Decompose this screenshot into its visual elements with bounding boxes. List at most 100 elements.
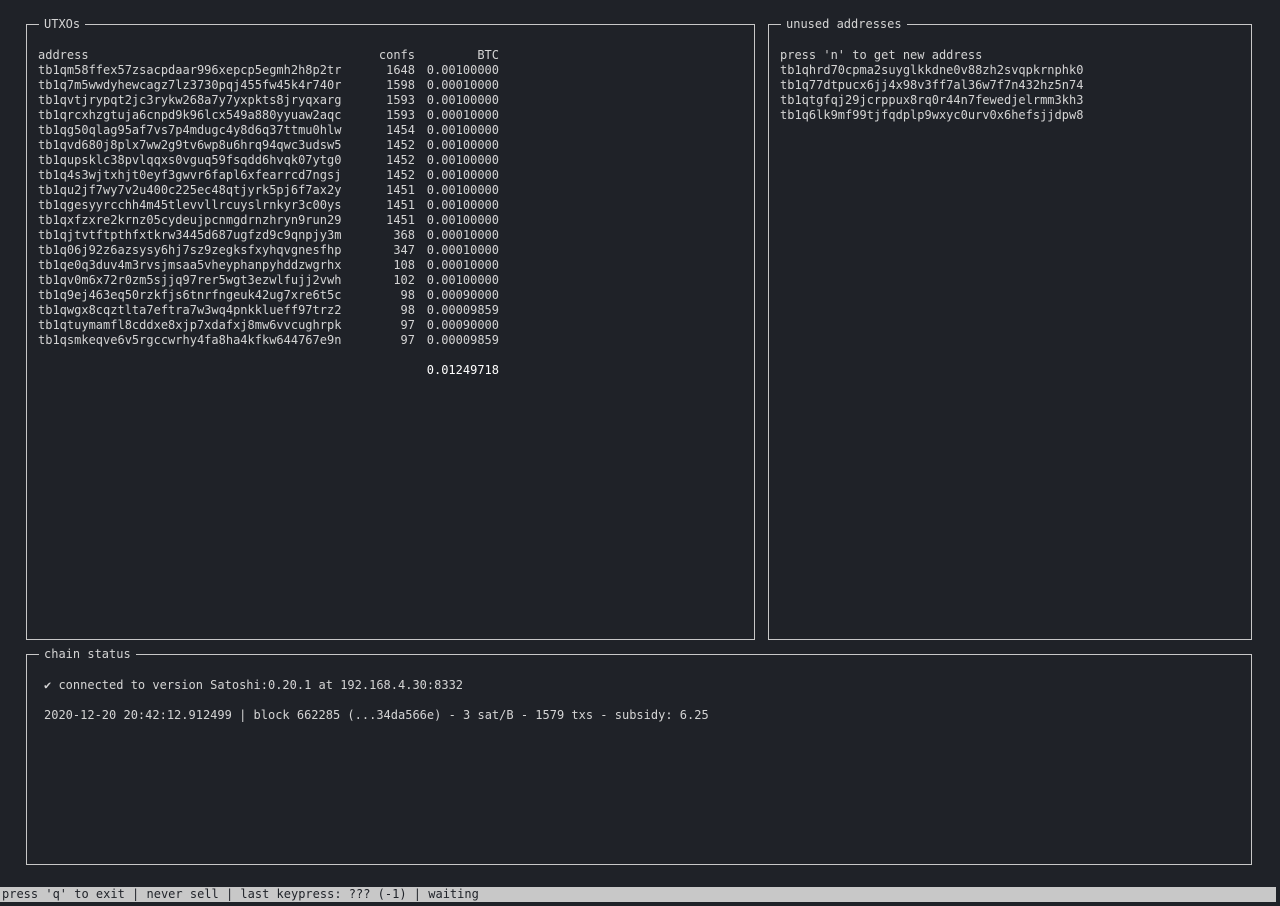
utxo-row: tb1qm58ffex57zsacpdaar996xepcp5egmh2h8p2… [38,63,499,78]
utxo-amount-btc: 0.00090000 [426,318,499,332]
utxo-address: tb1q7m5wwdyhewcagz7lz3730pqj455fw45k4r74… [38,78,342,92]
utxo-row: tb1qrcxhzgtuja6cnpd9k96lcx549a880yyuaw2a… [38,108,499,123]
unused-address-list: tb1qhrd70cpma2suyglkkdne0v88zh2svqpkrnph… [780,63,1083,123]
utxo-row: tb1qvtjrypqt2jc3rykw268a7y7yxpkts8jryqxa… [38,93,499,108]
utxo-amount-btc: 0.00100000 [426,63,499,77]
utxo-row: tb1qupsklc38pvlqqxs0vguq59fsqdd6hvqk07yt… [38,153,499,168]
new-address-hint: press 'n' to get new address [780,48,983,62]
utxo-address: tb1qvtjrypqt2jc3rykw268a7y7yxpkts8jryqxa… [38,93,342,107]
utxo-address: tb1qm58ffex57zsacpdaar996xepcp5egmh2h8p2… [38,63,342,77]
unused-addresses-block: press 'n' to get new address tb1qhrd70cp… [780,48,1083,123]
utxos-panel-title: UTXOs [39,16,86,32]
unused-addresses-panel-title: unused addresses [781,16,907,32]
unused-address-item: tb1q6lk9mf99tjfqdplp9wxyc0urv0x6hefsjjdp… [780,108,1084,122]
utxo-row: tb1qtuymamfl8cddxe8xjp7xdafxj8mw6vvcughr… [38,318,499,333]
utxo-address: tb1qjtvtftpthfxtkrw3445d687ugfzd9c9qnpjy… [38,228,342,242]
utxo-address: tb1qv0m6x72r0zm5sjjq97rer5wgt3ezwlfujj2v… [38,273,342,287]
utxo-table-header: address confs BTC [38,48,499,63]
utxo-address: tb1qg50qlag95af7vs7p4mdugc4y8d6q37ttmu0h… [38,123,342,137]
utxo-address: tb1qe0q3duv4m3rvsjmsaa5vheyphanpyhddzwgr… [38,258,342,272]
utxo-confirmations: 1452 [386,168,415,182]
utxo-total-row: 0.01249718 [38,363,499,378]
utxo-row: tb1qvd680j8plx7ww2g9tv6wp8u6hrq94qwc3uds… [38,138,499,153]
utxo-address: tb1qsmkeqve6v5rgccwrhy4fa8ha4kfkw644767e… [38,333,342,347]
utxo-address: tb1qupsklc38pvlqqxs0vguq59fsqdd6hvqk07yt… [38,153,342,167]
utxo-confirmations: 97 [400,318,415,332]
utxo-confirmations: 1452 [386,138,415,152]
utxo-amount-btc: 0.00010000 [426,108,499,122]
utxo-confirmations: 368 [393,228,415,242]
column-header-address: address [38,48,89,62]
utxo-amount-btc: 0.00100000 [426,273,499,287]
utxo-address: tb1q9ej463eq50rzkfjs6tnrfngeuk42ug7xre6t… [38,288,342,302]
utxo-address: tb1qwgx8cqztlta7eftra7w3wq4pnkklueff97tr… [38,303,342,317]
utxo-address: tb1qrcxhzgtuja6cnpd9k96lcx549a880yyuaw2a… [38,108,342,122]
utxo-confirmations: 98 [400,288,415,302]
unused-addresses-panel: unused addresses press 'n' to get new ad… [768,16,1252,640]
utxo-confirmations: 1451 [386,198,415,212]
latest-block-info: 2020-12-20 20:42:12.912499 | block 66228… [44,708,709,722]
utxo-confirmations: 1593 [386,93,415,107]
column-header-confs: confs [378,48,415,62]
utxo-row: tb1q9ej463eq50rzkfjs6tnrfngeuk42ug7xre6t… [38,288,499,303]
utxo-amount-btc: 0.00100000 [426,138,499,152]
utxo-row: tb1qg50qlag95af7vs7p4mdugc4y8d6q37ttmu0h… [38,123,499,138]
utxo-amount-btc: 0.00100000 [426,93,499,107]
utxo-amount-btc: 0.00100000 [426,183,499,197]
utxo-confirmations: 1454 [386,123,415,137]
utxo-address: tb1qxfzxre2krnz05cydeujpcnmgdrnzhryn9run… [38,213,342,227]
status-bar: press 'q' to exit | never sell | last ke… [0,887,1276,902]
utxos-panel: UTXOs address confs BTC tb1qm58ffex57zsa… [26,16,755,640]
utxo-confirmations: 98 [400,303,415,317]
utxo-confirmations: 1648 [386,63,415,77]
utxo-amount-btc: 0.00009859 [426,303,499,317]
column-header-btc: BTC [477,48,499,62]
utxo-row: tb1qe0q3duv4m3rvsjmsaa5vheyphanpyhddzwgr… [38,258,499,273]
utxo-table: address confs BTC tb1qm58ffex57zsacpdaar… [38,48,499,378]
utxo-confirmations: 1593 [386,108,415,122]
utxo-row: tb1qxfzxre2krnz05cydeujpcnmgdrnzhryn9run… [38,213,499,228]
utxo-address: tb1q4s3wjtxhjt0eyf3gwvr6fapl6xfearrcd7ng… [38,168,342,182]
utxo-spacer-row [38,348,499,363]
utxo-confirmations: 347 [393,243,415,257]
utxo-row: tb1q7m5wwdyhewcagz7lz3730pqj455fw45k4r74… [38,78,499,93]
utxo-confirmations: 1598 [386,78,415,92]
utxo-table-body: tb1qm58ffex57zsacpdaar996xepcp5egmh2h8p2… [38,63,499,348]
utxo-confirmations: 1451 [386,213,415,227]
utxo-amount-btc: 0.00100000 [426,153,499,167]
utxo-row: tb1qgesyyrcchh4m45tlevvllrcuyslrnkyr3c00… [38,198,499,213]
utxo-amount-btc: 0.00010000 [426,78,499,92]
utxo-address: tb1qgesyyrcchh4m45tlevvllrcuyslrnkyr3c00… [38,198,342,212]
unused-address-item: tb1qtgfqj29jcrppux8rq0r44n7fewedjelrmm3k… [780,93,1084,107]
chain-status-panel-title: chain status [39,646,136,662]
utxo-amount-btc: 0.00010000 [426,228,499,242]
utxo-total-btc: 0.01249718 [426,363,499,377]
utxo-row: tb1qv0m6x72r0zm5sjjq97rer5wgt3ezwlfujj2v… [38,273,499,288]
utxo-row: tb1qjtvtftpthfxtkrw3445d687ugfzd9c9qnpjy… [38,228,499,243]
utxo-amount-btc: 0.00010000 [426,243,499,257]
utxo-row: tb1qwgx8cqztlta7eftra7w3wq4pnkklueff97tr… [38,303,499,318]
utxo-confirmations: 97 [400,333,415,347]
utxo-confirmations: 102 [393,273,415,287]
unused-address-item: tb1q77dtpucx6jj4x98v3ff7al36w7f7n432hz5n… [780,78,1084,92]
utxo-amount-btc: 0.00100000 [426,123,499,137]
utxo-confirmations: 108 [393,258,415,272]
utxo-amount-btc: 0.00010000 [426,258,499,272]
utxo-row: tb1q06j92z6azsysy6hj7sz9zegksfxyhqvgnesf… [38,243,499,258]
unused-address-item: tb1qhrd70cpma2suyglkkdne0v88zh2svqpkrnph… [780,63,1084,77]
utxo-confirmations: 1452 [386,153,415,167]
utxo-confirmations: 1451 [386,183,415,197]
utxo-amount-btc: 0.00100000 [426,198,499,212]
utxo-address: tb1qtuymamfl8cddxe8xjp7xdafxj8mw6vvcughr… [38,318,342,332]
utxo-address: tb1qvd680j8plx7ww2g9tv6wp8u6hrq94qwc3uds… [38,138,342,152]
utxo-amount-btc: 0.00100000 [426,213,499,227]
utxo-row: tb1q4s3wjtxhjt0eyf3gwvr6fapl6xfearrcd7ng… [38,168,499,183]
utxo-address: tb1q06j92z6azsysy6hj7sz9zegksfxyhqvgnesf… [38,243,342,257]
utxo-amount-btc: 0.00100000 [426,168,499,182]
utxo-row: tb1qu2jf7wy7v2u400c225ec48qtjyrk5pj6f7ax… [38,183,499,198]
connection-status-text: ✔ connected to version Satoshi:0.20.1 at… [44,678,464,692]
utxo-address: tb1qu2jf7wy7v2u400c225ec48qtjyrk5pj6f7ax… [38,183,342,197]
utxo-row: tb1qsmkeqve6v5rgccwrhy4fa8ha4kfkw644767e… [38,333,499,348]
chain-status-panel: chain status ✔ connected to version Sato… [26,646,1252,865]
utxo-amount-btc: 0.00090000 [426,288,499,302]
